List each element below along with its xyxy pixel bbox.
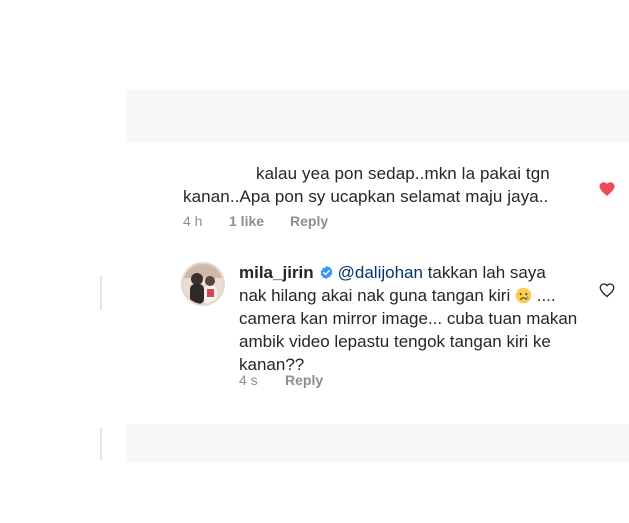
comment-text-line: ambik video lepastu tengok tangan kiri k…: [239, 332, 551, 351]
reply-button[interactable]: Reply: [285, 372, 323, 388]
comment-text-line: camera kan mirror image... cuba tuan mak…: [239, 309, 578, 328]
comment-timestamp[interactable]: 4 s: [239, 372, 258, 388]
heart-filled-icon[interactable]: [598, 180, 616, 198]
avatar-photo: [183, 264, 223, 304]
crying-face-emoji-icon: [515, 287, 532, 304]
comment-username[interactable]: mila_jirin: [239, 263, 314, 282]
comment-text-line: nak hilang akai nak guna tangan kiri ...…: [239, 285, 556, 307]
comment-text: nak hilang akai nak guna tangan kiri: [239, 286, 511, 305]
comment-text-line: kalau yea pon sedap..mkn la pakai tgn: [256, 164, 550, 183]
reply-button[interactable]: Reply: [290, 213, 328, 229]
cropped-background-band: [126, 424, 629, 462]
comment-text-line: mila_jirin @dalijohan takkan lah saya: [239, 262, 546, 284]
comment-text-line: kanan..Apa pon sy ucapkan selamat maju j…: [183, 187, 549, 206]
mention-link[interactable]: @dalijohan: [338, 263, 423, 282]
comment-text: takkan lah saya: [427, 263, 546, 282]
heart-outline-icon[interactable]: [598, 281, 616, 299]
verified-badge-icon: [320, 265, 333, 280]
comment-timestamp[interactable]: 4 h: [183, 213, 202, 229]
crop-edge-mark: [100, 428, 102, 460]
comment-like-count[interactable]: 1 like: [229, 213, 264, 229]
comments-screenshot: kalau yea pon sedap..mkn la pakai tgn ka…: [0, 0, 629, 523]
cropped-background-band: [126, 90, 629, 142]
comment-text: ....: [536, 286, 556, 305]
crop-edge-mark: [100, 276, 102, 310]
avatar[interactable]: [183, 264, 223, 304]
